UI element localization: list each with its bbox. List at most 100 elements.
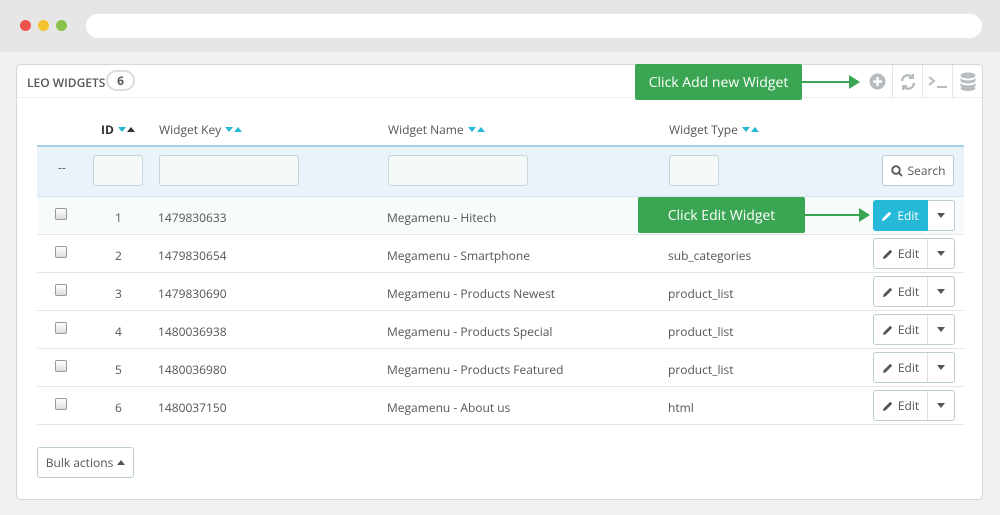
pencil-icon (882, 287, 893, 297)
row-checkbox[interactable] (55, 398, 67, 410)
cell-key: 1480037150 (158, 399, 227, 416)
cell-name: Megamenu - Products Newest (387, 285, 556, 302)
edit-widget-arrow (805, 208, 870, 222)
edit-button[interactable]: Edit (874, 277, 928, 306)
sort-asc-icon[interactable] (750, 127, 759, 132)
row-checkbox[interactable] (55, 360, 67, 372)
column-header-type[interactable]: Widget Type (669, 121, 759, 138)
bulk-actions-button[interactable]: Bulk actions (37, 447, 134, 478)
table-row: 2 1479830654 Megamenu - Smartphone sub_cate… (37, 235, 964, 273)
cell-id: 5 (115, 361, 122, 378)
filter-type-input[interactable] (669, 155, 719, 186)
row-actions: Edit (873, 352, 955, 383)
cell-name: Megamenu - Smartphone (387, 247, 530, 264)
search-button[interactable]: Search (882, 155, 954, 186)
cell-type: product_list (668, 361, 734, 378)
row-actions: Edit (873, 238, 955, 269)
pencil-icon (882, 401, 893, 411)
filter-name-input[interactable] (388, 155, 528, 186)
table-row: 3 1479830690 Megamenu - Products Newest pro… (37, 273, 964, 311)
terminal-icon[interactable] (922, 65, 952, 98)
caret-down-icon (937, 213, 945, 218)
cell-type: product_list (668, 285, 734, 302)
cell-type: product_list (668, 323, 734, 340)
row-actions-dropdown[interactable] (928, 239, 954, 268)
column-header-id[interactable]: ID (101, 121, 135, 138)
row-actions: Edit (873, 200, 955, 231)
caret-down-icon (937, 403, 945, 408)
row-actions-dropdown[interactable] (928, 391, 954, 420)
cell-name: Megamenu - About us (387, 399, 511, 416)
close-window-dot[interactable] (20, 20, 31, 31)
row-actions: Edit (873, 314, 955, 345)
address-bar[interactable] (86, 14, 982, 38)
caret-down-icon (937, 365, 945, 370)
panel-toolbar (862, 65, 982, 98)
row-actions-dropdown[interactable] (928, 201, 954, 230)
cell-type: sub_categories (668, 247, 752, 264)
add-circle-icon[interactable] (862, 65, 892, 98)
filter-key-input[interactable] (159, 155, 299, 186)
filter-id-input[interactable] (93, 155, 143, 186)
cell-name: Megamenu - Products Featured (387, 361, 564, 378)
table-row: 5 1480036980 Megamenu - Products Featured p… (37, 349, 964, 387)
cell-id: 2 (115, 247, 122, 264)
table-row: 1 1479830633 Megamenu - Hitech Edit (37, 197, 964, 235)
edit-button[interactable]: Edit (874, 239, 928, 268)
page-viewport: LEO WIDGETS 6 ID Widget Key Widget Name … (0, 52, 1000, 515)
column-header-key[interactable]: Widget Key (159, 121, 243, 138)
row-checkbox[interactable] (55, 208, 67, 220)
filter-row: -- Search (37, 145, 964, 197)
pencil-icon (882, 249, 893, 259)
caret-down-icon (937, 289, 945, 294)
row-actions-dropdown[interactable] (928, 277, 954, 306)
search-icon (890, 164, 903, 177)
pencil-icon (882, 325, 893, 335)
cell-key: 1480036980 (158, 361, 227, 378)
edit-button[interactable]: Edit (874, 391, 928, 420)
sort-asc-icon[interactable] (126, 127, 135, 132)
sort-desc-icon[interactable] (467, 127, 476, 132)
table-row: 4 1480036938 Megamenu - Products Special pr… (37, 311, 964, 349)
row-checkbox[interactable] (55, 284, 67, 296)
column-header-name[interactable]: Widget Name (388, 121, 485, 138)
database-icon[interactable] (952, 65, 982, 98)
caret-down-icon (937, 327, 945, 332)
cell-type: html (668, 399, 694, 416)
cell-id: 1 (115, 209, 122, 226)
edit-button[interactable]: Edit (873, 200, 928, 231)
cell-key: 1480036938 (158, 323, 227, 340)
pencil-icon (882, 211, 892, 221)
row-actions: Edit (873, 276, 955, 307)
browser-chrome (0, 0, 1000, 52)
cell-name: Megamenu - Products Special (387, 323, 553, 340)
edit-button[interactable]: Edit (874, 353, 928, 382)
edit-button[interactable]: Edit (874, 315, 928, 344)
caret-down-icon (937, 251, 945, 256)
sort-desc-icon[interactable] (117, 127, 126, 132)
table-header: ID Widget Key Widget Name Widget Type (37, 111, 964, 145)
cell-key: 1479830633 (158, 209, 227, 226)
cell-name: Megamenu - Hitech (387, 209, 497, 226)
cell-id: 3 (115, 285, 122, 302)
cell-key: 1479830654 (158, 247, 227, 264)
minimize-window-dot[interactable] (38, 20, 49, 31)
row-actions-dropdown[interactable] (928, 353, 954, 382)
panel-title: LEO WIDGETS (27, 74, 106, 91)
refresh-icon[interactable] (892, 65, 922, 98)
row-checkbox[interactable] (55, 322, 67, 334)
cell-key: 1479830690 (158, 285, 227, 302)
sort-asc-icon[interactable] (234, 127, 243, 132)
add-widget-callout: Click Add new Widget (635, 64, 802, 100)
row-checkbox[interactable] (55, 246, 67, 258)
sort-asc-icon[interactable] (476, 127, 485, 132)
table-row: 6 1480037150 Megamenu - About us html Edit (37, 387, 964, 425)
filter-dash: -- (58, 159, 66, 176)
row-actions-dropdown[interactable] (928, 315, 954, 344)
sort-desc-icon[interactable] (225, 127, 234, 132)
edit-widget-callout: Click Edit Widget (638, 197, 805, 233)
caret-up-icon (117, 460, 126, 465)
maximize-window-dot[interactable] (56, 20, 67, 31)
cell-id: 6 (115, 399, 122, 416)
sort-desc-icon[interactable] (741, 127, 750, 132)
